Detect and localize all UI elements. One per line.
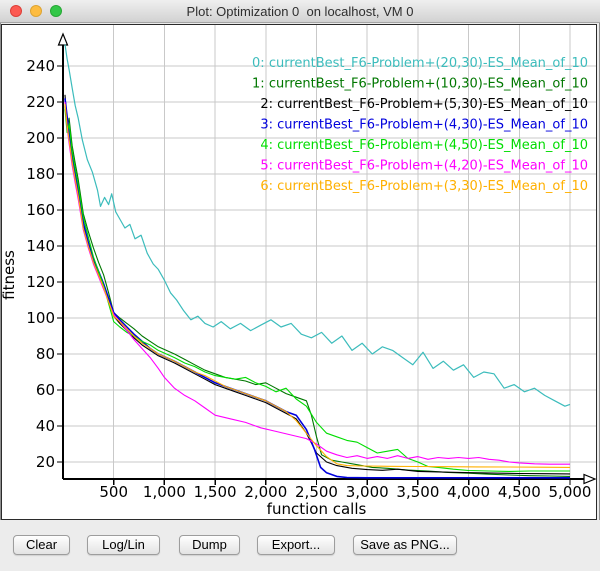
x-tick-label: 1,000	[143, 483, 186, 501]
dump-button[interactable]: Dump	[179, 535, 240, 555]
y-tick-label: 200	[26, 129, 55, 147]
y-tick-label: 40	[36, 417, 55, 435]
save-png-button[interactable]: Save as PNG...	[353, 535, 457, 555]
x-tick-label: 1,500	[194, 483, 237, 501]
y-tick-label: 180	[26, 165, 55, 183]
x-axis-title: function calls	[267, 500, 367, 518]
y-tick-label: 240	[26, 57, 55, 75]
button-bar: Clear Log/Lin Dump Export... Save as PNG…	[0, 520, 600, 571]
legend-item-4: 4: currentBest_F6-Problem+(4,50)-ES_Mean…	[260, 138, 588, 153]
series-line-3	[65, 98, 570, 477]
x-tick-label: 2,000	[244, 483, 287, 501]
window-title: Plot: Optimization 0 on localhost, VM 0	[187, 4, 414, 19]
legend-item-0: 0: currentBest_F6-Problem+(20,30)-ES_Mea…	[252, 56, 588, 71]
x-tick-label: 3,000	[346, 483, 389, 501]
x-tick-label: 4,000	[447, 483, 490, 501]
x-tick-label: 5,000	[549, 483, 592, 501]
legend-item-1: 1: currentBest_F6-Problem+(10,30)-ES_Mea…	[252, 77, 588, 92]
plot-panel: 20 40 60 80 100 120 140 160 180 200 220 240 500 1,000…	[1, 24, 597, 520]
y-axis-title: fitness	[2, 250, 18, 300]
plot-window: Plot: Optimization 0 on localhost, VM 0 …	[0, 0, 600, 571]
x-tick-label: 500	[99, 483, 128, 501]
y-tick-label: 100	[26, 309, 55, 327]
y-tick-label: 140	[26, 237, 55, 255]
series-line-5	[65, 102, 570, 464]
fitness-chart: 20 40 60 80 100 120 140 160 180 200 220 240 500 1,000…	[2, 25, 596, 519]
minimize-button[interactable]	[30, 5, 42, 17]
title-bar: Plot: Optimization 0 on localhost, VM 0	[0, 0, 600, 23]
y-tick-label: 120	[26, 273, 55, 291]
zoom-button[interactable]	[50, 5, 62, 17]
legend-item-5: 5: currentBest_F6-Problem+(4,20)-ES_Mean…	[260, 159, 588, 174]
close-button[interactable]	[10, 5, 22, 17]
export-button[interactable]: Export...	[257, 535, 335, 555]
y-tick-label: 160	[26, 201, 55, 219]
x-tick-label: 3,500	[396, 483, 439, 501]
y-tick-label: 220	[26, 93, 55, 111]
x-tick-label: 2,500	[295, 483, 338, 501]
clear-button[interactable]: Clear	[13, 535, 70, 555]
legend-item-3: 3: currentBest_F6-Problem+(4,30)-ES_Mean…	[260, 118, 588, 133]
y-tick-label: 20	[36, 453, 55, 471]
legend-item-2: 2: currentBest_F6-Problem+(5,30)-ES_Mean…	[260, 97, 588, 112]
x-tick-label: 4,500	[498, 483, 541, 501]
y-tick-label: 80	[36, 345, 55, 363]
y-axis-arrow	[59, 34, 68, 45]
y-tick-label: 60	[36, 381, 55, 399]
traffic-lights	[10, 5, 62, 17]
loglin-button[interactable]: Log/Lin	[87, 535, 160, 555]
legend-item-6: 6: currentBest_F6-Problem+(3,30)-ES_Mean…	[260, 179, 588, 194]
